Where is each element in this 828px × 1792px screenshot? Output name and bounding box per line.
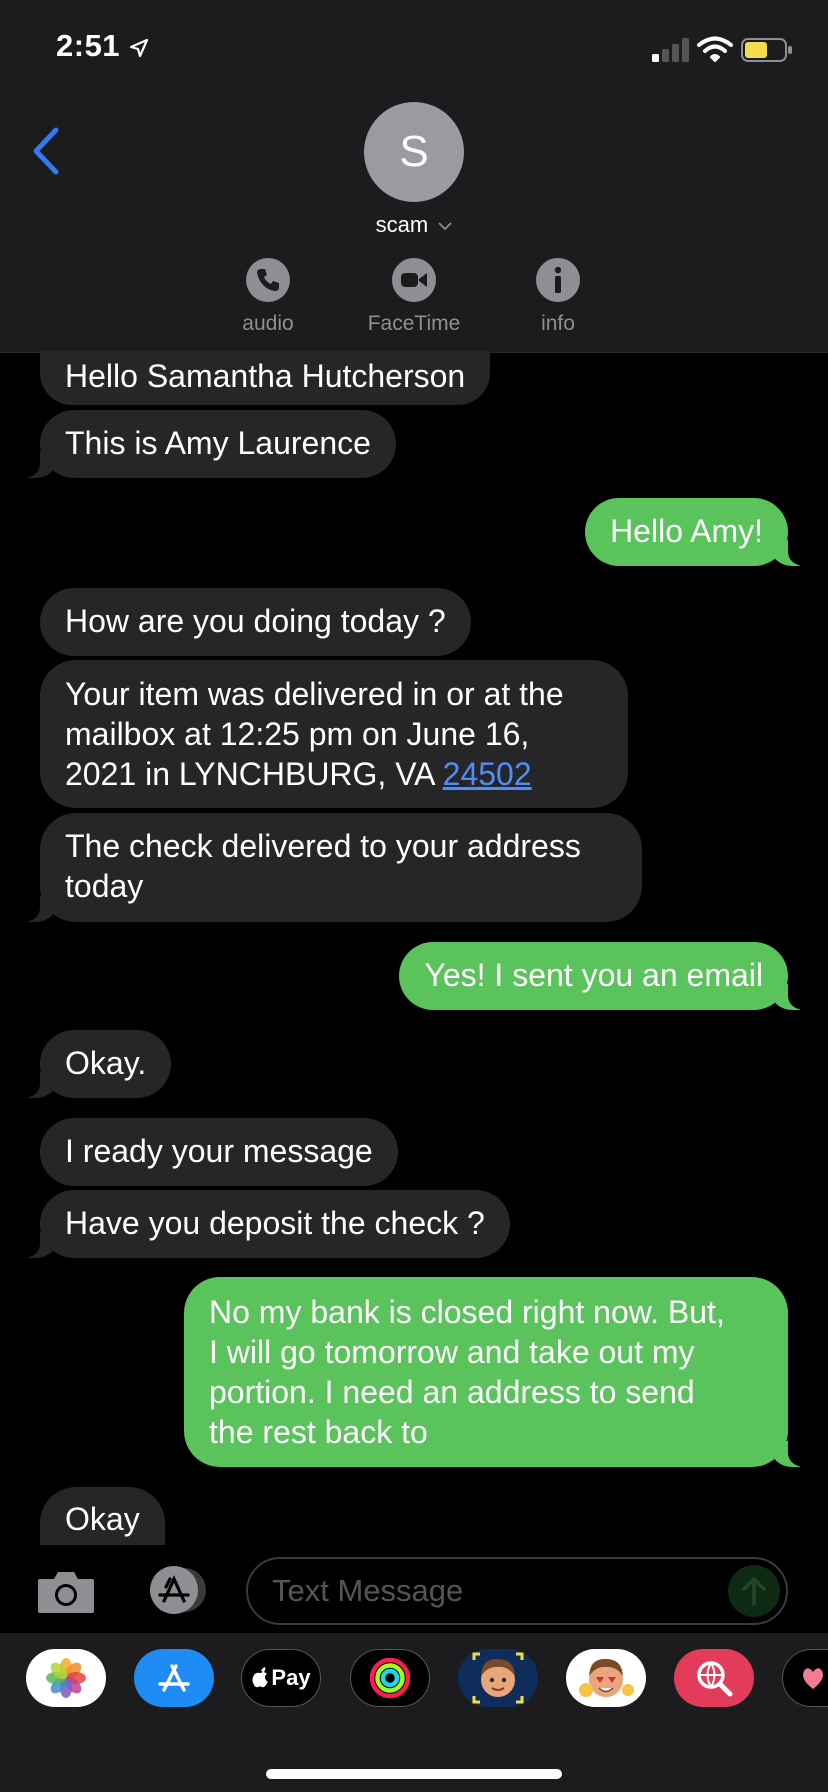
message-incoming[interactable]: This is Amy Laurence [12,410,396,478]
apple-pay-label: Pay [271,1665,311,1690]
message-text: How are you doing today ? [65,603,446,639]
message-text-line: I will go tomorrow and take out my [209,1334,695,1370]
message-text: Okay [65,1501,140,1537]
message-composer [0,1545,828,1635]
message-incoming[interactable]: Okay [40,1487,165,1547]
message-text: I ready your message [65,1133,373,1169]
info-label: info [541,312,575,335]
message-text-line: Your item was delivered in or at the [65,676,564,712]
message-incoming[interactable]: How are you doing today ? [40,588,471,656]
message-text: Okay. [65,1045,147,1081]
memoji-stickers-icon [579,1658,634,1697]
arrow-up-icon [742,1577,766,1606]
photos-icon [46,1658,86,1698]
message-text-line: today [65,868,144,904]
message-incoming[interactable]: The check delivered to your address toda… [12,813,642,922]
activity-app-button[interactable] [350,1649,430,1707]
contact-name[interactable]: scam [0,212,828,238]
phone-icon [246,258,290,302]
back-chevron-icon[interactable] [28,126,64,176]
wifi-icon [697,36,733,62]
home-indicator[interactable] [266,1769,562,1779]
info-icon [536,258,580,302]
message-incoming[interactable]: I ready your message [40,1118,398,1186]
activity-rings-icon [369,1657,411,1699]
send-button[interactable] [728,1565,780,1617]
status-time: 2:51 [56,28,121,63]
message-text-line: portion. I need an address to send [209,1374,695,1410]
message-text: This is Amy Laurence [65,425,371,461]
video-icon [392,258,436,302]
message-text: Hello Amy! [610,513,763,549]
message-text-line: No my bank is closed right now. But, [209,1294,725,1330]
app-store-icon [158,1664,190,1692]
message-text: Hello Samantha Hutcherson [65,358,466,394]
avatar-initial: S [399,127,429,176]
message-outgoing[interactable]: Hello Amy! [585,498,816,566]
more-apps-button[interactable] [782,1649,828,1707]
app-store-button[interactable] [134,1649,214,1707]
message-text-line: the rest back to [209,1414,428,1450]
message-incoming[interactable]: Hello Samantha Hutcherson [40,351,491,405]
info-button[interactable]: info [498,258,618,336]
message-outgoing[interactable]: No my bank is closed right now. But, I w… [184,1277,816,1467]
apple-logo-icon [252,1667,269,1688]
apple-pay-button[interactable]: Pay [241,1649,321,1707]
camera-icon[interactable] [36,1569,96,1615]
message-text-line: The check delivered to your address [65,828,581,864]
location-arrow-icon [129,38,149,58]
message-text-line: 2021 in LYNCHBURG, VA 24502 [65,754,603,794]
photos-app-button[interactable] [26,1649,106,1707]
audio-call-button[interactable]: audio [208,258,328,336]
conversation-header: 2:51 S scam audio FaceTime info [0,0,828,353]
memoji-camera-button[interactable] [458,1649,538,1707]
message-incoming[interactable]: Okay. [11,1030,172,1098]
message-text: 2021 in LYNCHBURG, VA [65,756,443,792]
facetime-button[interactable]: FaceTime [354,258,474,336]
app-store-icon[interactable] [140,1565,212,1615]
memoji-icon [472,1652,524,1704]
text-message-field[interactable] [246,1557,788,1625]
cellular-signal-icon [652,38,689,62]
memoji-stickers-button[interactable] [566,1649,646,1707]
zip-code-link[interactable]: 24502 [443,756,532,792]
chevron-down-icon [438,222,452,231]
message-text: Have you deposit the check ? [65,1205,485,1241]
web-search-button[interactable] [674,1649,754,1707]
message-outgoing[interactable]: Yes! I sent you an email [399,942,816,1010]
contact-name-label: scam [375,212,429,237]
message-incoming[interactable]: Your item was delivered in or at the mai… [40,660,628,808]
imessage-app-drawer: Pay [0,1633,828,1792]
battery-icon [741,38,792,62]
message-incoming[interactable]: Have you deposit the check ? [12,1190,510,1258]
text-message-input[interactable] [272,1559,692,1623]
heart-sticker-icon [802,1668,823,1689]
facetime-label: FaceTime [367,312,461,335]
message-text-line: mailbox at 12:25 pm on June 16, [65,716,530,752]
search-globe-icon [697,1661,733,1697]
audio-label: audio [242,312,294,335]
message-text: Yes! I sent you an email [424,957,763,993]
contact-avatar[interactable]: S [364,102,464,202]
